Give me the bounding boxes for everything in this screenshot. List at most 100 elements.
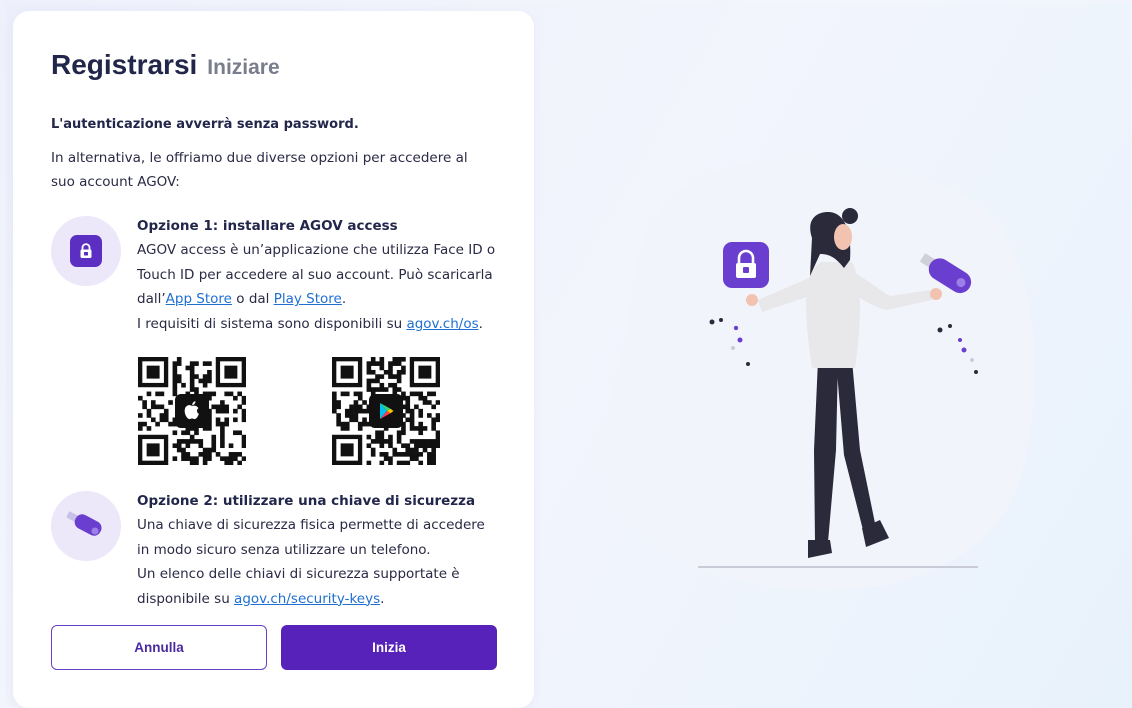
qr-module: [233, 395, 238, 401]
person-hand: [930, 288, 942, 300]
qr-module: [366, 443, 372, 449]
qr-module: [172, 378, 178, 384]
option2-title: Opzione 2: utilizzare una chiave di sicu…: [137, 493, 476, 509]
qr-module: [189, 387, 195, 392]
cancel-button[interactable]: Annulla: [51, 625, 267, 670]
intro-text: In alternativa, le offriamo due diverse …: [51, 150, 468, 190]
qr-module: [159, 404, 165, 410]
page-title: Registrarsi: [51, 49, 198, 80]
start-button[interactable]: Inizia: [281, 625, 497, 670]
qr-module: [172, 387, 178, 392]
qr-module: [418, 430, 424, 436]
play-store-icon: [369, 394, 403, 428]
qr-module: [435, 443, 441, 449]
qr-module: [228, 460, 234, 466]
qr-module: [396, 430, 402, 436]
qr-module: [202, 460, 208, 466]
qr-module: [383, 439, 389, 444]
qr-module: [409, 447, 415, 453]
qr-module: [422, 447, 428, 453]
qr-module: [353, 417, 359, 423]
option2-line: Un elenco delle chiavi di sicurezza supp…: [137, 566, 460, 582]
option2-line: in modo sicuro senza utilizzare un telef…: [137, 541, 431, 558]
qr-module: [427, 456, 432, 461]
qr-module: [237, 460, 242, 466]
qr-module: [340, 391, 346, 397]
qr-module: [379, 357, 385, 362]
app-store-link[interactable]: App Store: [166, 291, 232, 307]
qr-module: [379, 434, 385, 440]
qr-module: [370, 447, 376, 453]
option1-section: Opzione 1: installare AGOV access AGOV a…: [137, 214, 517, 336]
qr-module: [181, 439, 186, 444]
qr-module: [414, 404, 419, 410]
qr-module: [181, 382, 186, 388]
system-requirements-link[interactable]: agov.ch/os: [406, 316, 478, 332]
qr-module: [189, 460, 195, 466]
page-subtitle: Iniziare: [207, 56, 280, 79]
qr-module: [202, 361, 208, 366]
qr-module: [349, 417, 354, 423]
qr-module: [431, 439, 436, 444]
qr-module: [366, 460, 372, 466]
qr-module: [163, 408, 169, 414]
qr-module: [142, 421, 147, 427]
qr-module: [435, 439, 441, 444]
qr-module: [357, 408, 363, 414]
qr-module: [418, 426, 424, 431]
qr-module: [241, 400, 247, 405]
qr-module: [401, 443, 406, 449]
qr-module: [224, 456, 230, 461]
qr-module: [211, 434, 217, 440]
qr-module: [370, 452, 376, 457]
qr-module: [414, 443, 419, 449]
qr-module: [220, 439, 225, 444]
qr-module: [431, 426, 436, 431]
qr-module: [194, 387, 199, 392]
option2-line: disponibile su agov.ch/security-keys.: [137, 587, 517, 612]
qr-module: [388, 443, 393, 449]
play-store-link[interactable]: Play Store: [274, 291, 342, 307]
qr-module: [418, 413, 424, 418]
particle: [948, 324, 952, 328]
qr-module: [418, 365, 432, 379]
qr-module: [207, 369, 212, 375]
qr-module: [396, 378, 402, 384]
qr-module: [366, 365, 372, 371]
qr-module: [414, 426, 419, 431]
qr-module: [340, 443, 354, 457]
person-face: [834, 224, 852, 250]
option2-section: Opzione 2: utilizzare una chiave di sicu…: [137, 489, 517, 611]
qr-module: [215, 452, 221, 457]
qr-module: [207, 426, 212, 431]
qr-module: [241, 443, 247, 449]
qr-module: [332, 400, 337, 405]
qr-module: [176, 361, 182, 366]
qr-module: [357, 391, 363, 397]
qr-module: [344, 426, 350, 431]
qr-module: [375, 361, 380, 366]
particle: [937, 327, 943, 333]
security-keys-link[interactable]: agov.ch/security-keys: [234, 591, 380, 607]
qr-module: [414, 452, 419, 457]
qr-module: [366, 369, 372, 375]
qr-module: [370, 439, 376, 444]
qr-module: [379, 452, 385, 457]
text-fragment: .: [380, 590, 385, 607]
qr-module: [375, 430, 380, 436]
qr-module: [414, 391, 419, 397]
qr-module: [418, 421, 424, 427]
qr-module: [207, 456, 212, 461]
qr-module: [396, 369, 402, 375]
qr-module: [172, 369, 178, 375]
particle: [733, 325, 739, 331]
qr-module: [422, 395, 428, 401]
qr-module: [181, 447, 186, 453]
qr-module: [336, 400, 341, 405]
qr-module: [233, 456, 238, 461]
particle: [958, 338, 962, 342]
qr-module: [185, 452, 191, 457]
qr-module: [366, 387, 372, 392]
qr-module: [431, 447, 436, 453]
qr-module: [405, 408, 411, 414]
